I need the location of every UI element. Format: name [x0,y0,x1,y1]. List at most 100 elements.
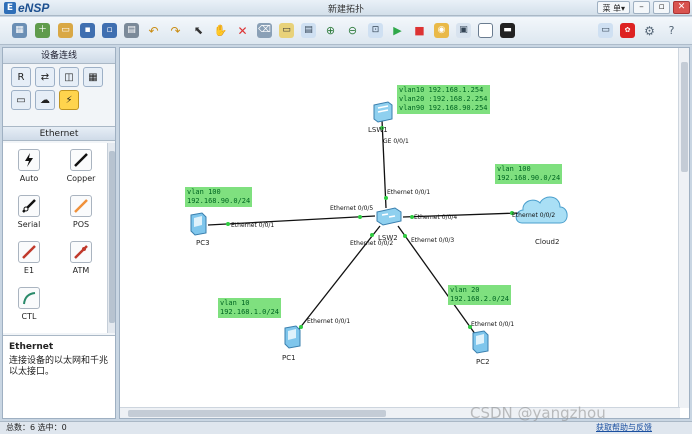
note-pc2-vlan[interactable]: vlan 20 192.168.2.0/24 [448,285,512,305]
note-line: vlan 100 [187,188,221,196]
redo-icon[interactable]: ↷ [168,23,183,38]
cable-atm[interactable]: ATM [59,241,103,275]
note-pc1-vlan[interactable]: vlan 10 192.168.1.0/24 [218,298,282,318]
new-lab-icon[interactable]: ＋ [35,23,50,38]
port-label: Ethernet 0/0/1 [471,321,515,328]
pc-icon [284,325,301,349]
cable-auto[interactable]: Auto [7,149,51,183]
open-icon[interactable]: ▭ [58,23,73,38]
cloud-category-icon[interactable]: ☁ [35,90,55,110]
grid-icon[interactable] [478,23,493,38]
cable-label: CTL [21,312,37,321]
delete-icon[interactable]: ✕ [235,23,250,38]
fit-view-icon[interactable]: ⊡ [368,23,383,38]
router-category-icon[interactable]: R [11,67,31,87]
cable-pos[interactable]: POS [59,195,103,229]
undo-icon[interactable]: ↶ [146,23,161,38]
print-icon[interactable]: ▤ [124,23,139,38]
device-label-cloud2: Cloud2 [535,238,560,246]
device-panel: 设备连线 R ⇄ ◫ ▦ ▭ ☁ ⚡ Ethernet Auto Copper … [2,47,116,419]
port-label: Ethernet 0/0/1 [231,222,275,229]
category-row-1: R ⇄ ◫ ▦ [3,64,115,87]
cable-label: POS [72,220,90,229]
zoom-out-icon[interactable]: ⊖ [345,23,360,38]
minimize-button[interactable]: – [633,1,650,14]
topology-canvas[interactable]: vlan10 192.168.1.254 vlan20 :192.168.2.2… [119,47,690,419]
cable-ctl[interactable]: CTL [7,287,51,321]
help-feedback-link[interactable]: 获取帮助与反馈 [596,422,652,434]
pos-cable-icon [70,195,92,217]
device-label-pc1: PC1 [282,354,296,362]
e1-cable-icon [18,241,40,263]
port-dot [403,234,407,238]
panel-scrollbar[interactable] [107,143,115,333]
port-label: Ethernet 0/0/2 [350,240,394,247]
save-icon[interactable]: ▪ [80,23,95,38]
cable-label: ATM [72,266,90,275]
note-pc3-vlan[interactable]: vlan 100 192.168.90.0/24 [185,187,253,207]
port-label: Ethernet 0/0/3 [411,237,455,244]
cable-category-icon[interactable]: ⚡ [59,90,79,110]
title-bar: E eNSP 新建拓扑 菜 单▾ – ▫ ✕ [0,0,692,16]
new-topology-icon[interactable]: ▦ [12,23,27,38]
note-line: vlan90 192.168.90.254 [399,104,488,112]
pc-pc1[interactable] [282,324,304,353]
switch-lsw1[interactable] [371,99,393,126]
status-bar: 总数：6 选中：0 获取帮助与反馈 [0,421,692,434]
switch-lsw2[interactable] [375,205,403,230]
note-cloud-vlan[interactable]: vlan 100 192.168.90.0/24 [495,164,563,184]
ctl-cable-icon [18,287,40,309]
note-line: vlan 10 [220,299,250,307]
port-label: Ethernet 0/0/4 [414,214,458,221]
note-line: 192.168.2.0/24 [450,295,510,303]
category-row-2: ▭ ☁ ⚡ [3,87,115,110]
zoom-in-icon[interactable]: ⊕ [323,23,338,38]
switch-category-icon[interactable]: ⇄ [35,67,55,87]
cable-description: Ethernet 连接设备的以太网和千兆以太接口。 [3,335,115,418]
cable-copper[interactable]: Copper [59,149,103,183]
capture-data-icon[interactable]: ◉ [434,23,449,38]
note-line: vlan 100 [497,165,531,173]
port-dot [370,233,374,237]
cable-label: Copper [66,174,96,183]
maximize-button[interactable]: ▫ [653,1,670,14]
stop-device-icon[interactable]: ■ [412,23,427,38]
huawei-logo-icon[interactable]: ✿ [620,23,635,38]
pc-pc3[interactable] [188,211,210,240]
menu-button[interactable]: 菜 单▾ [597,1,630,14]
topology-view-icon[interactable]: ▬ [500,23,515,38]
wireless-category-icon[interactable]: ◫ [59,67,79,87]
cable-serial[interactable]: Serial [7,195,51,229]
pc-pc2[interactable] [470,329,492,358]
pc-category-icon[interactable]: ▭ [11,90,31,110]
show-interface-icon[interactable]: ▣ [456,23,471,38]
cable-e1[interactable]: E1 [7,241,51,275]
note-lsw1-vlans[interactable]: vlan10 192.168.1.254 vlan20 :192.168.2.2… [397,85,490,114]
close-button[interactable]: ✕ [673,1,690,14]
help-icon[interactable]: ? [664,23,679,38]
cable-label: Auto [19,174,39,183]
copper-cable-icon [70,149,92,171]
main-toolbar: ▦ ＋ ▭ ▪ ▫ ▤ ↶ ↷ ⬉ ✋ ✕ ⌫ ▭ ▤ ⊕ ⊖ ⊡ ▶ ■ ◉ … [0,17,692,45]
firewall-category-icon[interactable]: ▦ [83,67,103,87]
section-title: Ethernet [3,126,115,141]
note-line: 192.168.1.0/24 [220,308,280,316]
watermark: CSDN @yangzhou [470,404,606,422]
start-device-icon[interactable]: ▶ [390,23,405,38]
delete-link-icon[interactable]: ⌫ [257,23,272,38]
settings-gear-icon[interactable]: ⚙ [642,23,657,38]
chat-icon[interactable]: ▭ [598,23,613,38]
port-label: GE 0/0/1 [383,138,409,145]
hand-pan-icon[interactable]: ✋ [213,23,228,38]
scroll-thumb[interactable] [109,151,115,323]
scroll-thumb[interactable] [128,410,386,417]
text-note-icon[interactable]: ▭ [279,23,294,38]
note-line: vlan20 :192.168.2.254 [399,95,488,103]
save-as-icon[interactable]: ▫ [102,23,117,38]
canvas-vertical-scrollbar[interactable] [678,48,689,408]
scroll-thumb[interactable] [681,62,688,172]
note-line: vlan 20 [450,286,480,294]
select-cursor-icon[interactable]: ⬉ [191,23,206,38]
palette-icon[interactable]: ▤ [301,23,316,38]
cable-list: Auto Copper Serial POS E1 ATM CTL [3,143,107,333]
